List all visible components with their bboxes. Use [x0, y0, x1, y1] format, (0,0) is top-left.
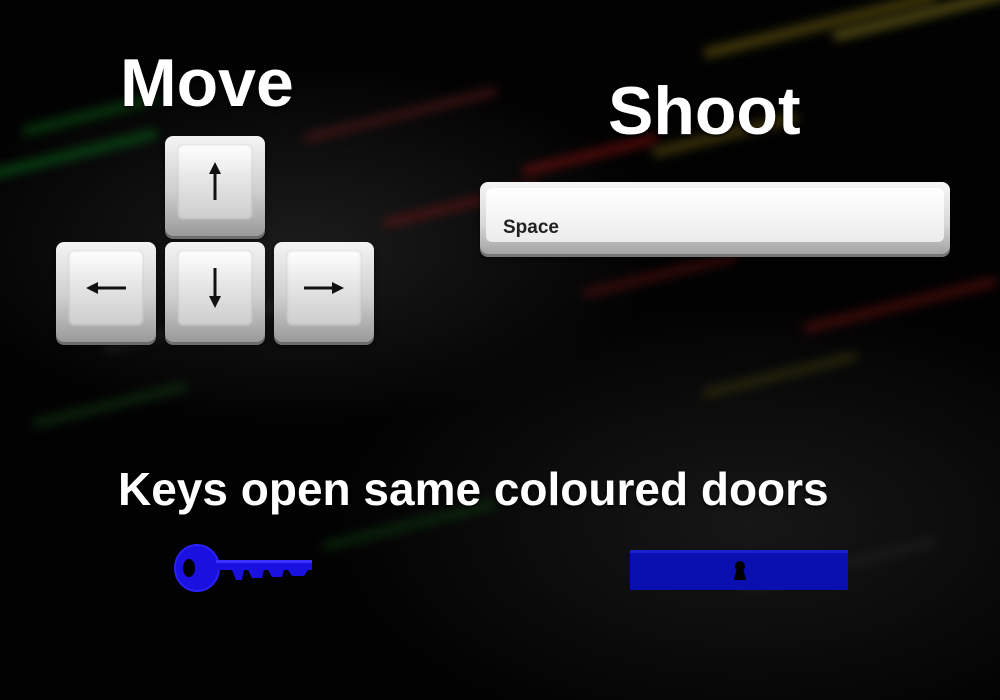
- blue-locked-door-icon: [630, 550, 848, 590]
- blue-key-icon: [174, 544, 312, 592]
- space-key: Space: [480, 182, 950, 254]
- right-arrow-key: [274, 242, 374, 342]
- down-arrow-key: [165, 242, 265, 342]
- arrow-down-icon: [209, 268, 221, 308]
- up-arrow-key: [165, 136, 265, 236]
- arrow-up-icon: [209, 162, 221, 200]
- space-key-label: Space: [503, 217, 559, 238]
- move-heading: Move: [120, 45, 294, 121]
- arrow-right-icon: [304, 282, 344, 294]
- arrow-left-icon: [86, 282, 126, 294]
- shoot-heading: Shoot: [608, 73, 801, 149]
- left-arrow-key: [56, 242, 156, 342]
- door-hint-text: Keys open same coloured doors: [118, 463, 829, 515]
